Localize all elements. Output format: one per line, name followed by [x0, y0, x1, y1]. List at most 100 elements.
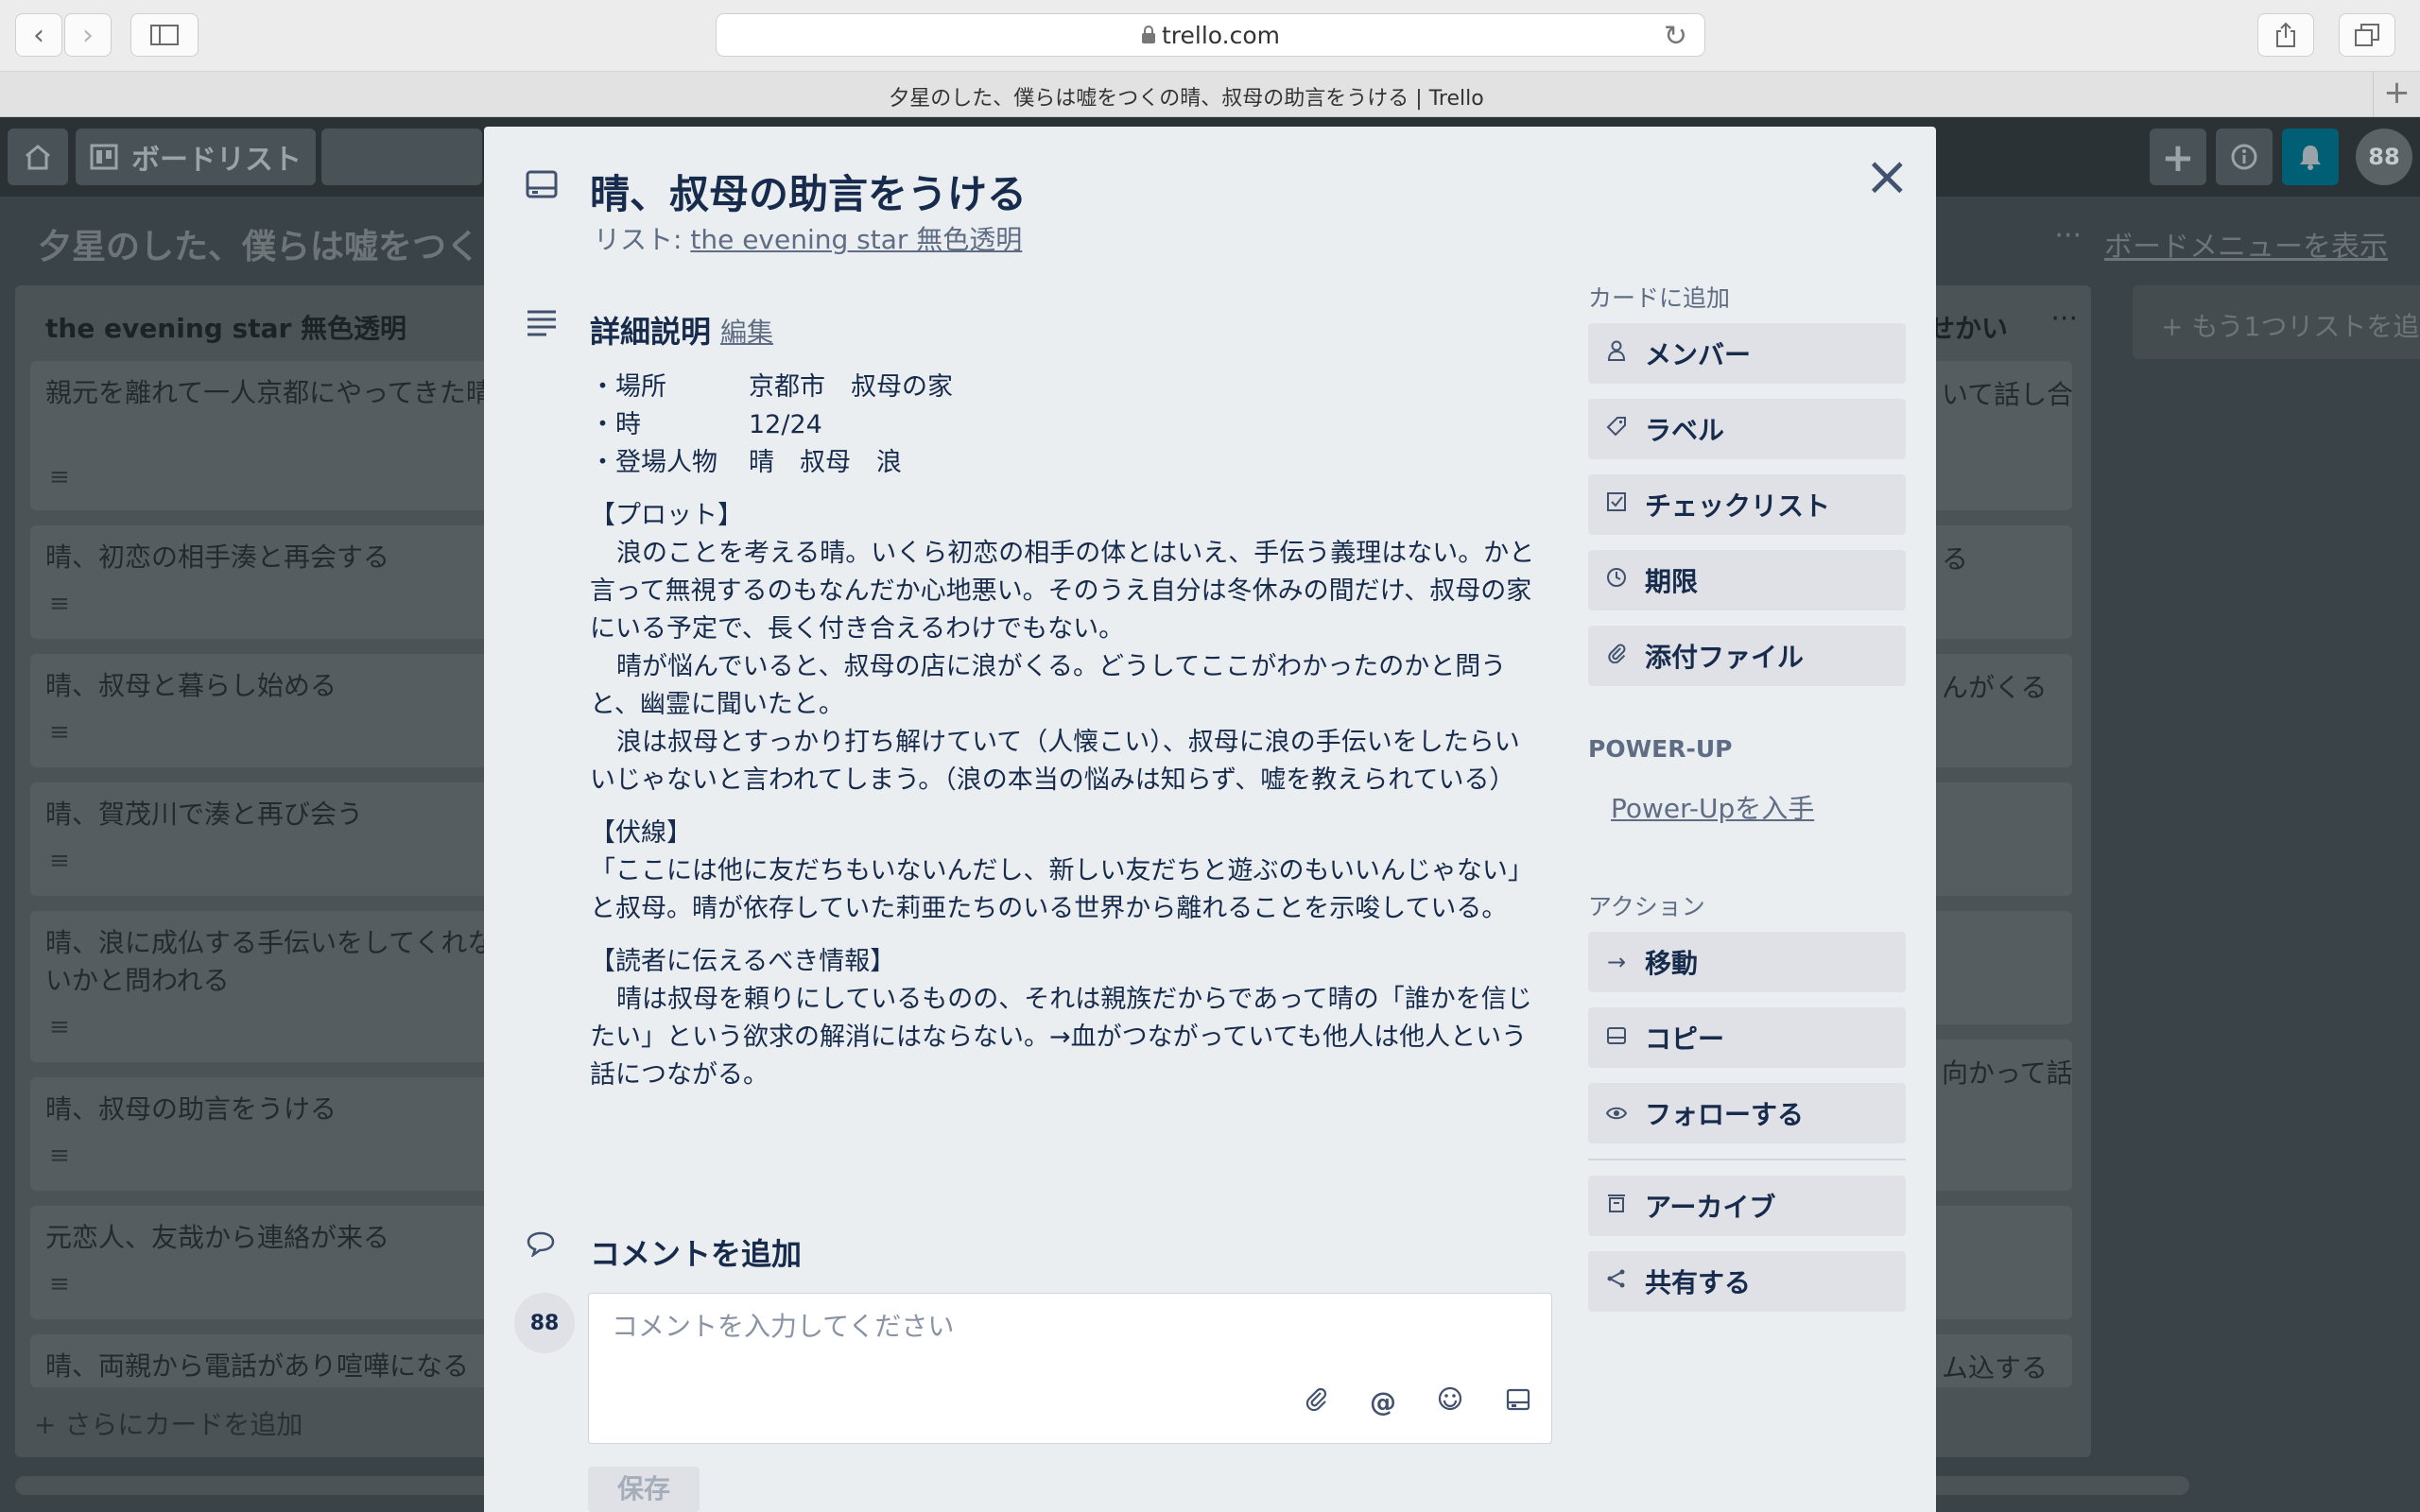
save-button[interactable]: 保存	[588, 1467, 700, 1512]
card-title-heading[interactable]: 晴、叔母の助言をうける	[590, 163, 1027, 220]
new-tab-button[interactable]: +	[2373, 72, 2420, 117]
home-icon	[26, 145, 50, 170]
emoji-icon[interactable]	[1438, 1386, 1462, 1418]
meta-row: ・時 12/24	[590, 406, 1535, 444]
foreshadow-heading: 【伏線】	[590, 818, 692, 848]
card-title: 晴、叔母の助言をうける	[45, 1093, 337, 1125]
plot-paragraph: 晴が悩んでいると、叔母の店に浪がくる。どうしてここがわかったのかと問うと、幽霊に…	[590, 652, 1507, 719]
checklist-label: チェックリスト	[1645, 490, 1831, 522]
create-button[interactable]: +	[2150, 129, 2206, 185]
card-title: 晴、浪に成仏する手伝いをしてくれないかと問われる	[45, 927, 494, 996]
sidebar-icon	[150, 25, 179, 45]
attachment-label: 添付ファイル	[1645, 642, 1805, 673]
add-card-button[interactable]: + さらにカードを追加	[34, 1404, 302, 1442]
list-card[interactable]: 晴、両親から電話があり喧嘩になる	[30, 1334, 522, 1387]
meta-row: ・登場人物 晴 叔母 浪	[590, 444, 1535, 482]
attachment-button[interactable]: 添付ファイル	[1588, 626, 1906, 686]
list-card[interactable]: 晴、賀茂川で湊と再び会う ≡	[30, 782, 522, 896]
archive-label: アーカイブ	[1645, 1192, 1776, 1223]
back-button[interactable]: ‹	[15, 13, 62, 57]
tabs-overview-button[interactable]	[2339, 13, 2395, 57]
list-card[interactable]: 元恋人、友哉から連絡が来る ≡	[30, 1206, 522, 1319]
list-menu-icon[interactable]: ···	[2050, 302, 2078, 335]
get-powerups-link[interactable]: Power-Upを入手	[1611, 788, 1814, 826]
boards-icon	[90, 144, 118, 170]
info-button[interactable]	[2216, 129, 2273, 185]
list-card[interactable]: 晴、叔母の助言をうける ≡	[30, 1077, 522, 1191]
plus-icon: +	[2161, 133, 2195, 180]
card-title: ム込する	[1942, 1352, 2048, 1383]
comment-input[interactable]	[612, 1311, 1519, 1342]
copy-button[interactable]: コピー	[1588, 1007, 1906, 1068]
address-bar[interactable]: trello.com ↻	[716, 13, 1705, 57]
url-text: trello.com	[1162, 21, 1280, 49]
search-box[interactable]	[321, 129, 482, 185]
close-icon[interactable]: ×	[1864, 147, 1910, 204]
info-icon	[2231, 144, 2257, 170]
home-button[interactable]	[8, 129, 68, 185]
share-card-button[interactable]: 共有する	[1588, 1251, 1906, 1312]
forward-button[interactable]: ›	[64, 13, 112, 57]
tab-title[interactable]: 夕星のした、僕らは嘘をつくの晴、叔母の助言をうける | Trello	[0, 81, 2373, 112]
list-title[interactable]: the evening star 無色透明	[45, 308, 406, 346]
list-card[interactable]: 晴、初恋の相手湊と再会する ≡	[30, 525, 522, 639]
list-card[interactable]: 親元を離れて一人京都にやってきた晴 ≡	[30, 361, 522, 510]
browser-toolbar: ‹ › trello.com ↻	[0, 0, 2420, 72]
notifications-button[interactable]	[2282, 129, 2339, 185]
card-title: 晴、叔母と暮らし始める	[45, 670, 337, 701]
move-button[interactable]: → 移動	[1588, 932, 1906, 992]
meta-value: 京都市 叔母の家	[749, 372, 953, 402]
reader-info-heading: 【読者に伝えるべき情報】	[590, 947, 896, 976]
label-icon	[1588, 416, 1645, 442]
card-title: いて話し合	[1942, 379, 2072, 410]
sidebar-toggle-button[interactable]	[130, 13, 199, 57]
arrow-right-icon: →	[1606, 949, 1627, 975]
foreshadow-text: 「ここには他に友だちもいないんだし、新しい友だちと遊ぶのもいいんじゃない」と叔母…	[590, 856, 1533, 923]
description-icon: ≡	[49, 463, 70, 491]
description-icon: ≡	[49, 847, 70, 875]
clock-icon	[1588, 567, 1645, 593]
reader-info-text: 晴は叔母を頼りにしているものの、それは親族だからであって晴の「誰かを信じたい」と…	[590, 985, 1532, 1090]
meta-label: ・時	[590, 410, 641, 439]
reload-icon[interactable]: ↻	[1664, 20, 1687, 53]
description-edit-link[interactable]: 編集	[720, 312, 773, 350]
powerup-title: POWER-UP	[1588, 735, 1733, 763]
list-card[interactable]: 晴、浪に成仏する手伝いをしてくれないかと問われる ≡	[30, 911, 522, 1062]
boards-button[interactable]: ボードリスト	[76, 129, 316, 185]
add-list-button[interactable]: + もう1つリストを追加	[2133, 285, 2420, 359]
more-icon[interactable]: ···	[2054, 219, 2082, 252]
follow-button[interactable]: フォローする	[1588, 1083, 1906, 1143]
card-list-reference: リスト: the evening star 無色透明	[594, 219, 1022, 257]
share-icon	[1588, 1268, 1645, 1295]
board-menu-link[interactable]: ボードメニューを表示	[2104, 223, 2388, 265]
move-label: 移動	[1645, 948, 1699, 979]
due-date-button[interactable]: 期限	[1588, 550, 1906, 610]
avatar[interactable]: 88	[514, 1293, 575, 1353]
description-heading: 詳細説明	[590, 314, 712, 350]
description-body[interactable]: ・場所 京都市 叔母の家 ・時 12/24 ・登場人物 晴 叔母 浪 【プロット】 浪…	[590, 369, 1535, 1094]
comment-box[interactable]: @	[588, 1293, 1552, 1444]
board-title[interactable]: 夕星のした、僕らは嘘をつく	[38, 219, 480, 268]
share-button[interactable]	[2257, 13, 2314, 57]
list-title[interactable]: せかい	[1928, 308, 2008, 346]
card-attach-icon[interactable]	[1506, 1386, 1530, 1418]
archive-button[interactable]: アーカイブ	[1588, 1176, 1906, 1236]
comment-heading: コメントを追加	[590, 1236, 803, 1272]
user-avatar[interactable]: 88	[2356, 129, 2412, 185]
meta-value: 12/24	[749, 410, 822, 439]
description-icon: ≡	[49, 1270, 70, 1298]
attachment-icon[interactable]	[1304, 1386, 1328, 1418]
member-icon	[1588, 340, 1645, 367]
meta-label: ・登場人物	[590, 448, 717, 477]
tab-bar: 夕星のした、僕らは嘘をつくの晴、叔母の助言をうける | Trello +	[0, 72, 2420, 117]
card-title: んがくる	[1942, 672, 2048, 703]
description-icon: ≡	[49, 590, 70, 618]
labels-button[interactable]: ラベル	[1588, 399, 1906, 459]
mention-icon[interactable]: @	[1370, 1386, 1396, 1418]
checklist-button[interactable]: チェックリスト	[1588, 474, 1906, 535]
sidebar-divider	[1588, 1159, 1906, 1160]
members-button[interactable]: メンバー	[1588, 323, 1906, 384]
list-link[interactable]: the evening star 無色透明	[690, 224, 1022, 255]
due-date-label: 期限	[1645, 566, 1699, 597]
list-card[interactable]: 晴、叔母と暮らし始める ≡	[30, 654, 522, 767]
